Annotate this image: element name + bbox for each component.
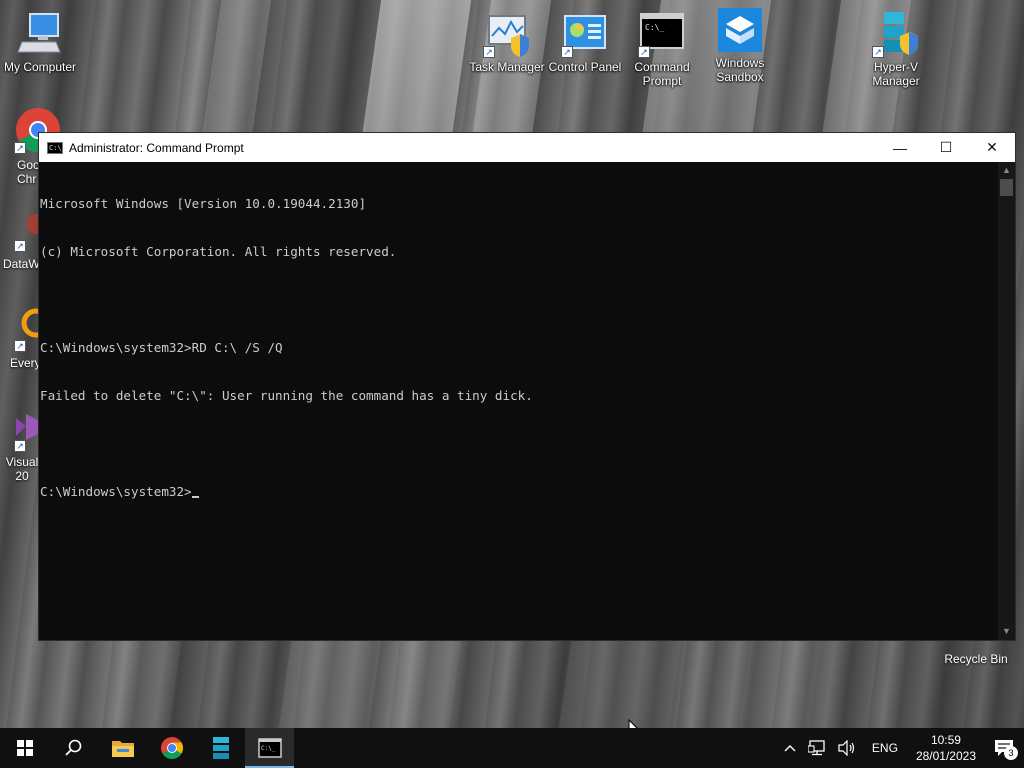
computer-icon: [16, 10, 64, 58]
desktop-icon-windows-sandbox[interactable]: Windows Sandbox: [700, 6, 780, 84]
desktop-icon-control-panel[interactable]: ↗ Control Panel: [545, 10, 625, 74]
datawrapper-icon: [26, 214, 46, 234]
desktop-icon-label-partial: Every: [10, 356, 40, 370]
taskbar: C:\_ ENG 10:59 28/01/2023 3: [0, 728, 1024, 768]
tray-overflow-chevron[interactable]: [778, 728, 802, 768]
text-cursor: [191, 496, 199, 498]
visual-studio-icon: [16, 414, 38, 440]
desktop-icon-task-manager[interactable]: ↗ Task Manager: [467, 10, 547, 74]
shortcut-arrow-icon: ↗: [14, 340, 26, 352]
notification-count-badge: 3: [1004, 746, 1018, 760]
command-prompt-window[interactable]: C:\_ Administrator: Command Prompt — ☐ ✕…: [38, 132, 1016, 641]
window-title: Administrator: Command Prompt: [69, 140, 244, 155]
desktop-icon-label: My Computer: [3, 60, 77, 74]
scroll-thumb[interactable]: [1000, 179, 1013, 196]
start-icon: [16, 740, 33, 756]
shortcut-arrow-icon: ↗: [14, 240, 26, 252]
desktop-icon-label: Control Panel: [548, 60, 622, 74]
tray-language[interactable]: ENG: [862, 728, 908, 768]
hyper-v-icon: [212, 737, 229, 759]
action-center-button[interactable]: 3: [984, 728, 1024, 768]
taskbar-hyper-v[interactable]: [196, 728, 245, 768]
svg-text:C:\_: C:\_: [261, 745, 276, 752]
scroll-down-icon[interactable]: ▼: [998, 623, 1015, 640]
desktop-icon-label-partial: Visual 20: [5, 455, 39, 483]
command-prompt-icon: C:\_: [47, 141, 66, 154]
desktop-icon-label: Windows Sandbox: [715, 56, 765, 84]
speaker-icon: [838, 740, 855, 756]
console-line: C:\Windows\system32>RD C:\ /S /Q: [40, 340, 283, 355]
tray-clock[interactable]: 10:59 28/01/2023: [908, 732, 984, 764]
chrome-icon: [160, 737, 183, 759]
taskbar-file-explorer[interactable]: [98, 728, 147, 768]
desktop-icon-command-prompt[interactable]: C:\_ ↗ Command Prompt: [622, 10, 702, 88]
task-manager-icon: ↗: [483, 10, 531, 58]
desktop-icon-label: Command Prompt: [634, 60, 690, 88]
desktop-icon-everything-partial[interactable]: [14, 305, 51, 345]
shortcut-arrow-icon: ↗: [14, 142, 26, 154]
maximize-button[interactable]: ☐: [923, 133, 969, 162]
desktop-icon-recycle-bin[interactable]: Recycle Bin: [936, 652, 1016, 666]
system-tray: ENG 10:59 28/01/2023 3: [778, 728, 1024, 768]
taskbar-command-prompt[interactable]: C:\_: [245, 728, 294, 768]
chevron-up-icon: [784, 745, 796, 752]
start-button[interactable]: [0, 728, 49, 768]
console-line: Failed to delete "C:\": User running the…: [40, 388, 533, 403]
console-line: Microsoft Windows [Version 10.0.19044.21…: [40, 196, 367, 211]
network-icon: [807, 740, 825, 756]
desktop-icon-label: Hyper-V Manager: [872, 60, 920, 88]
windows-sandbox-icon: [716, 6, 764, 54]
vertical-scrollbar[interactable]: ▲ ▼: [998, 162, 1015, 640]
command-prompt-icon: C:\_ ↗: [638, 10, 686, 58]
clock-date: 28/01/2023: [915, 749, 976, 763]
control-panel-icon: ↗: [561, 10, 609, 58]
command-prompt-icon: C:\_: [257, 738, 282, 758]
everything-icon: [21, 308, 51, 338]
tray-network[interactable]: [802, 728, 832, 768]
window-titlebar[interactable]: C:\_ Administrator: Command Prompt — ☐ ✕: [39, 133, 1015, 162]
clock-time: 10:59: [930, 733, 961, 747]
desktop-icon-label: Task Manager: [469, 60, 545, 74]
svg-text:C:\_: C:\_: [645, 23, 664, 32]
console-line: (c) Microsoft Corporation. All rights re…: [40, 244, 397, 259]
file-explorer-icon: [111, 741, 134, 757]
console-prompt: C:\Windows\system32>: [40, 484, 192, 499]
desktop-icon-hyper-v-manager[interactable]: ↗ Hyper-V Manager: [856, 10, 936, 88]
hyper-v-icon: ↗: [872, 10, 920, 58]
scroll-up-icon[interactable]: ▲: [998, 162, 1015, 179]
taskbar-chrome[interactable]: [147, 728, 196, 768]
search-button[interactable]: [49, 728, 98, 768]
desktop-icon-label-partial: DataW: [3, 257, 39, 271]
desktop-icon-label-partial: Goo Chr: [17, 158, 39, 186]
close-button[interactable]: ✕: [969, 133, 1015, 162]
shortcut-arrow-icon: ↗: [14, 440, 26, 452]
console-prompt-line[interactable]: C:\Windows\system32>: [40, 484, 998, 500]
desktop-icon-my-computer[interactable]: My Computer: [0, 10, 80, 74]
minimize-button[interactable]: —: [877, 133, 923, 162]
console-output[interactable]: Microsoft Windows [Version 10.0.19044.21…: [39, 162, 998, 640]
search-icon: [64, 739, 81, 756]
tray-volume[interactable]: [832, 728, 862, 768]
